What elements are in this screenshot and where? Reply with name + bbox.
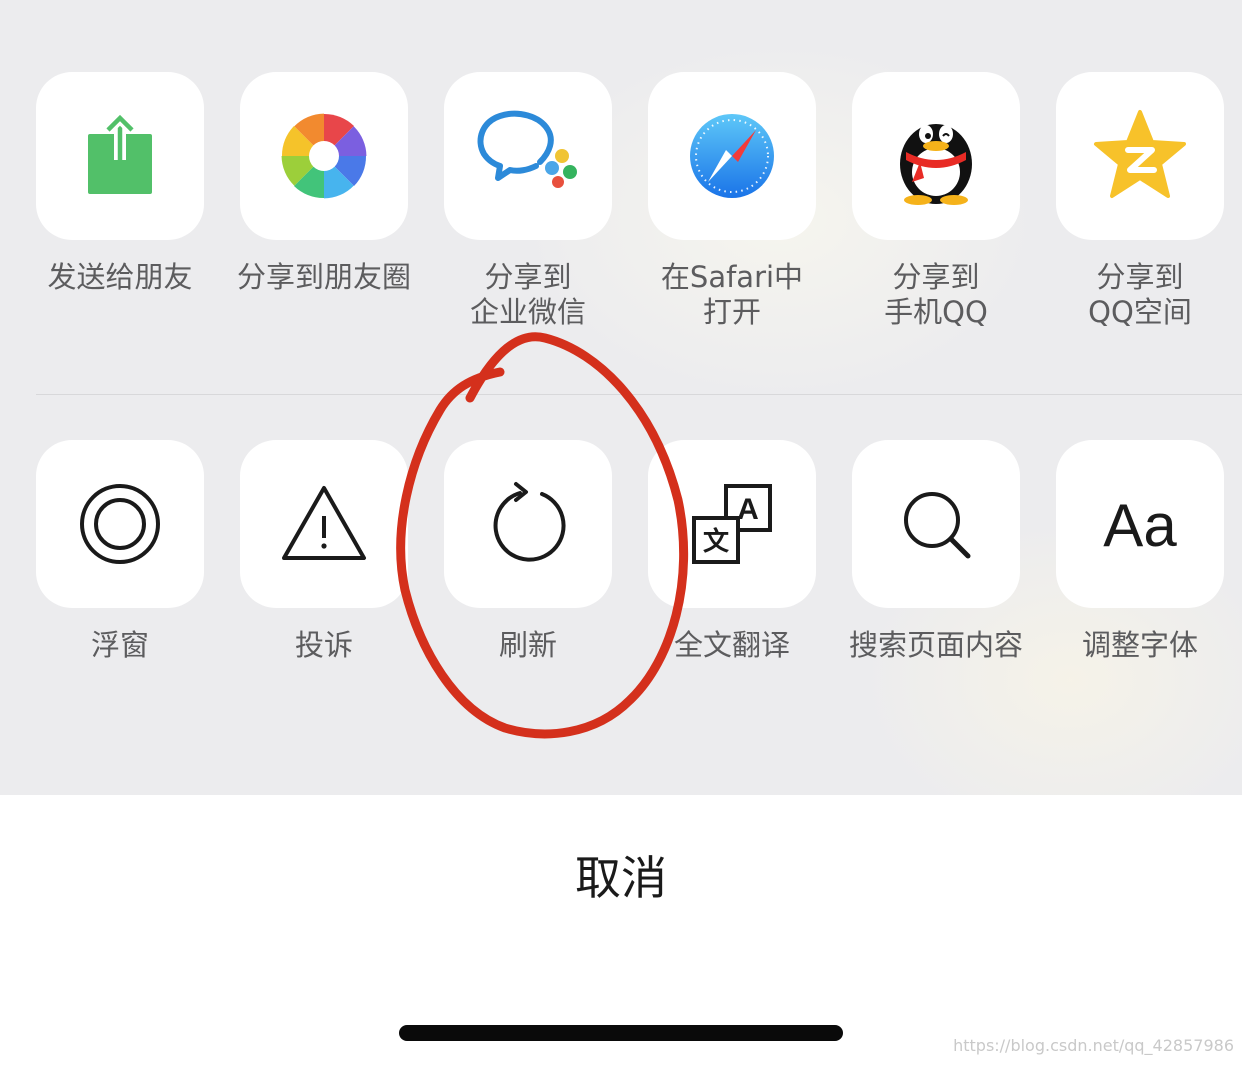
action-tile-font-size[interactable]: Aa: [1056, 440, 1224, 608]
floating-window-icon: [80, 484, 160, 564]
refresh-icon: [493, 482, 566, 562]
translate-icon: A 文: [692, 484, 772, 564]
share-item-label: 分享到 QQ空间: [1088, 260, 1192, 329]
action-tile-report[interactable]: [240, 440, 408, 608]
action-item-translate[interactable]: A 文 全文翻译: [648, 440, 816, 662]
qzone-star-icon: [1094, 110, 1186, 198]
wecom-icon: [477, 110, 577, 188]
action-item-refresh[interactable]: 刷新: [444, 440, 612, 662]
share-tile-moments[interactable]: [240, 72, 408, 240]
row-divider: [36, 394, 1242, 395]
action-item-font-size[interactable]: Aa 调整字体: [1056, 440, 1224, 662]
action-item-report[interactable]: 投诉: [240, 440, 408, 662]
share-item-send-to-friend[interactable]: 发送给朋友: [36, 72, 204, 294]
share-tile-qzone[interactable]: [1056, 72, 1224, 240]
share-tile-send-to-friend[interactable]: [36, 72, 204, 240]
action-tile-floating-window[interactable]: [36, 440, 204, 608]
share-item-qq[interactable]: 分享到 手机QQ: [852, 72, 1020, 329]
action-tile-refresh[interactable]: [444, 440, 612, 608]
font-size-icon-glyph: Aa: [1103, 492, 1177, 559]
search-icon: [904, 492, 971, 559]
font-size-icon: Aa: [1103, 492, 1177, 559]
watermark-url: https://blog.csdn.net/qq_42857986: [953, 1036, 1234, 1055]
safari-compass-icon: [690, 114, 774, 198]
share-sheet-panel: 发送给朋友 分享到朋友圈 分享到 企业微信 在Safari中 打开 分享到 手机…: [0, 0, 1242, 795]
share-item-moments[interactable]: 分享到朋友圈: [237, 72, 411, 294]
share-tile-qq[interactable]: [852, 72, 1020, 240]
action-item-floating-window[interactable]: 浮窗: [36, 440, 204, 662]
warning-icon: [282, 486, 366, 560]
action-tile-search-page[interactable]: [852, 440, 1020, 608]
share-item-safari[interactable]: 在Safari中 打开: [648, 72, 816, 329]
moments-shutter-icon: [281, 113, 367, 199]
home-indicator[interactable]: [399, 1025, 843, 1041]
action-tile-translate[interactable]: A 文: [648, 440, 816, 608]
action-item-label: 调整字体: [1081, 628, 1198, 662]
translate-icon-cjk-glyph: 文: [703, 526, 730, 557]
translate-icon-latin-glyph: A: [737, 493, 759, 526]
share-item-wecom[interactable]: 分享到 企业微信: [444, 72, 612, 329]
action-item-search-page[interactable]: 搜索页面内容: [849, 440, 1023, 662]
share-tile-safari[interactable]: [648, 72, 816, 240]
qq-penguin-icon: [900, 124, 972, 205]
share-export-icon: [88, 110, 152, 194]
share-item-qzone[interactable]: 分享到 QQ空间: [1056, 72, 1224, 329]
share-tile-wecom[interactable]: [444, 72, 612, 240]
cancel-button[interactable]: 取消: [0, 795, 1242, 955]
